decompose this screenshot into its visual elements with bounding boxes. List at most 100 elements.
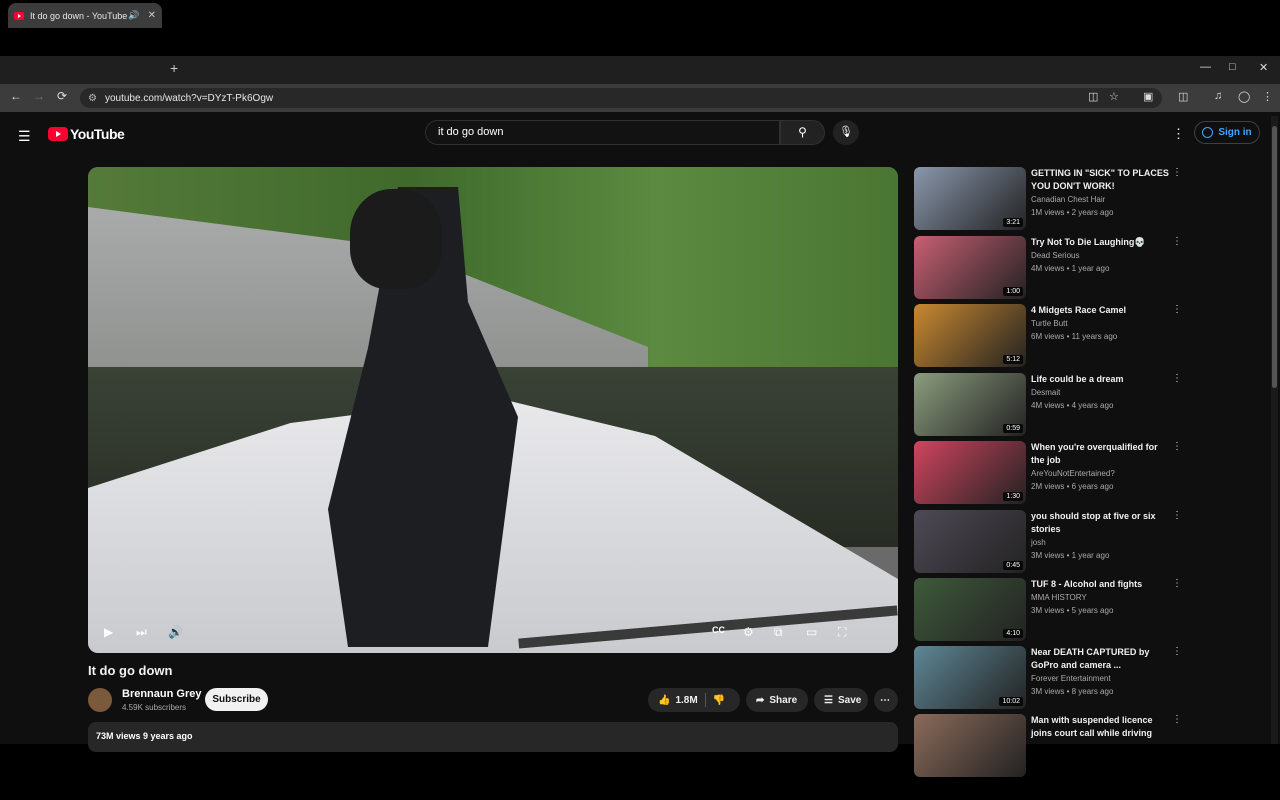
recommendation-thumbnail[interactable]: 1:00 xyxy=(914,236,1026,299)
recommendation-channel[interactable]: MMA HISTORY xyxy=(1031,593,1087,602)
back-button[interactable]: ← xyxy=(10,89,22,103)
tab-close-icon[interactable]: ✕ xyxy=(148,10,156,21)
recommendation-menu-icon[interactable]: ⋮ xyxy=(1172,510,1182,521)
recommendation-title[interactable]: When you're overqualified for the job xyxy=(1031,441,1171,467)
recommendation-menu-icon[interactable]: ⋮ xyxy=(1172,578,1182,589)
search-icon: ⚲ xyxy=(798,125,807,139)
recommendation-menu-icon[interactable]: ⋮ xyxy=(1172,714,1182,725)
recommendation-title[interactable]: Try Not To Die Laughing💀 xyxy=(1031,236,1171,249)
fullscreen-icon[interactable]: ⛶ xyxy=(838,625,846,640)
recommendation-card[interactable]: 5:12 4 Midgets Race Camel Turtle Butt 6M vi… xyxy=(914,304,1184,368)
youtube-favicon-icon xyxy=(14,11,24,20)
recommendation-channel[interactable]: josh xyxy=(1031,538,1046,547)
search-input[interactable]: it do go down xyxy=(425,120,780,145)
channel-name[interactable]: Brennaun Grey xyxy=(122,688,201,700)
scrollbar-thumb[interactable] xyxy=(1272,126,1277,388)
dislike-icon[interactable]: 👎 xyxy=(713,695,725,706)
extensions-icon[interactable]: ▣ xyxy=(1143,90,1153,103)
chrome-menu-icon[interactable]: ⋮ xyxy=(1262,90,1273,103)
captions-button[interactable]: CC xyxy=(712,625,725,635)
profile-icon[interactable]: ◯ xyxy=(1238,90,1250,103)
recommendation-menu-icon[interactable]: ⋮ xyxy=(1172,167,1182,178)
recommendation-thumbnail[interactable]: 3:21 xyxy=(914,167,1026,230)
reload-button[interactable]: ⟳ xyxy=(57,89,67,103)
sign-in-button[interactable]: Sign in xyxy=(1194,121,1260,144)
recommendation-meta: 3M views • 1 year ago xyxy=(1031,551,1110,560)
like-count[interactable]: 1.8M xyxy=(675,695,697,706)
cast-icon[interactable]: ◫ xyxy=(1178,90,1188,103)
recommendation-menu-icon[interactable]: ⋮ xyxy=(1172,236,1182,247)
recommendation-meta: 6M views • 11 years ago xyxy=(1031,332,1118,341)
more-actions-button[interactable]: ⋯ xyxy=(874,688,898,712)
share-button[interactable]: ➦ Share xyxy=(746,688,808,712)
recommendation-thumbnail[interactable]: 10:02 xyxy=(914,646,1026,709)
install-app-icon[interactable]: ◫ xyxy=(1088,90,1098,103)
search-button[interactable]: ⚲ xyxy=(780,120,825,145)
recommendation-title[interactable]: you should stop at five or six stories xyxy=(1031,510,1171,536)
minimize-button[interactable]: — xyxy=(1200,61,1211,73)
media-control-icon[interactable]: ♫ xyxy=(1214,90,1222,102)
channel-avatar[interactable] xyxy=(88,688,112,712)
save-button[interactable]: ☰ Save xyxy=(814,688,868,712)
settings-icon[interactable]: ⚙ xyxy=(743,625,754,639)
recommendation-menu-icon[interactable]: ⋮ xyxy=(1172,646,1182,657)
duration-badge: 5:12 xyxy=(1003,355,1023,364)
recommendation-channel[interactable]: Desmait xyxy=(1031,388,1060,397)
share-icon: ➦ xyxy=(756,694,765,706)
recommendation-title[interactable]: 4 Midgets Race Camel xyxy=(1031,304,1171,317)
recommendation-thumbnail[interactable]: 0:45 xyxy=(914,510,1026,573)
recommendation-card[interactable]: 4:10 TUF 8 - Alcohol and fights MMA HISTOR… xyxy=(914,578,1184,642)
recommendation-title[interactable]: Man with suspended licence joins court c… xyxy=(1031,714,1171,740)
recommendation-thumbnail[interactable]: 1:30 xyxy=(914,441,1026,504)
recommendation-title[interactable]: Near DEATH CAPTURED by GoPro and camera … xyxy=(1031,646,1171,672)
voice-search-button[interactable]: 🎙 xyxy=(833,120,859,145)
recommendation-title[interactable]: TUF 8 - Alcohol and fights xyxy=(1031,578,1171,591)
description-box[interactable]: 73M views 9 years ago xyxy=(88,722,898,752)
recommendation-card[interactable]: 0:45 you should stop at five or six stori… xyxy=(914,510,1184,574)
recommendation-card[interactable]: 10:02 Near DEATH CAPTURED by GoPro and ca… xyxy=(914,646,1184,710)
guide-menu-icon[interactable]: ☰ xyxy=(18,128,31,145)
miniplayer-icon[interactable]: ⧉ xyxy=(774,625,783,640)
recommendation-channel[interactable]: Forever Entertainment xyxy=(1031,674,1111,683)
recommendation-card[interactable]: 3:21 GETTING IN "SICK" TO PLACES YOU DON'… xyxy=(914,167,1184,231)
volume-icon[interactable]: 🔊 xyxy=(168,625,183,639)
recommendation-menu-icon[interactable]: ⋮ xyxy=(1172,441,1182,452)
play-icon[interactable]: ▶ xyxy=(104,625,113,639)
recommendation-title[interactable]: GETTING IN "SICK" TO PLACES YOU DON'T WO… xyxy=(1031,167,1171,193)
address-bar[interactable]: ⚙ youtube.com/watch?v=DYzT-Pk6Ogw xyxy=(80,88,1162,108)
recommendation-meta: 4M views • 4 years ago xyxy=(1031,401,1114,410)
recommendation-card[interactable]: 1:30 When you're overqualified for the jo… xyxy=(914,441,1184,505)
maximize-button[interactable]: □ xyxy=(1229,61,1236,73)
recommendation-thumbnail[interactable]: 0:59 xyxy=(914,373,1026,436)
recommendation-channel[interactable]: Dead Serious xyxy=(1031,251,1079,260)
theater-icon[interactable]: ▭ xyxy=(806,625,817,639)
recommendation-card[interactable]: 0:59 Life could be a dream Desmait 4M views… xyxy=(914,373,1184,437)
like-icon[interactable]: 👍 xyxy=(658,695,670,706)
recommendation-thumbnail[interactable]: 5:12 xyxy=(914,304,1026,367)
recommendation-meta: 3M views • 8 years ago xyxy=(1031,687,1114,696)
recommendation-thumbnail[interactable] xyxy=(914,714,1026,777)
site-info-icon[interactable]: ⚙ xyxy=(88,93,97,104)
recommendation-card[interactable]: Man with suspended licence joins court c… xyxy=(914,714,1184,778)
recommendation-card[interactable]: 1:00 Try Not To Die Laughing💀 Dead Serious… xyxy=(914,236,1184,300)
youtube-logo[interactable]: YouTube xyxy=(48,126,125,142)
tab-youtube[interactable]: It do go down - YouTube 🔊 ✕ xyxy=(8,3,162,28)
new-tab-button[interactable]: + xyxy=(170,60,178,76)
settings-menu-icon[interactable]: ⋮ xyxy=(1172,126,1185,142)
recommendation-menu-icon[interactable]: ⋮ xyxy=(1172,304,1182,315)
forward-button[interactable]: → xyxy=(33,89,45,103)
recommendation-menu-icon[interactable]: ⋮ xyxy=(1172,373,1182,384)
video-player[interactable]: ▶ ⏭ 🔊 CC ⚙ ⧉ ▭ ⛶ xyxy=(88,167,898,653)
recommendation-title[interactable]: Life could be a dream xyxy=(1031,373,1171,386)
recommendation-channel[interactable]: Turtle Butt xyxy=(1031,319,1068,328)
recommendation-thumbnail[interactable]: 4:10 xyxy=(914,578,1026,641)
page-scrollbar[interactable] xyxy=(1271,116,1278,744)
next-icon[interactable]: ⏭ xyxy=(136,625,147,640)
recommendation-channel[interactable]: AreYouNotEntertained? xyxy=(1031,469,1115,478)
recommendation-channel[interactable]: Canadian Chest Hair xyxy=(1031,195,1105,204)
tab-title: It do go down - YouTube xyxy=(30,10,128,21)
subscribe-button[interactable]: Subscribe xyxy=(205,688,268,711)
window-close-button[interactable]: ✕ xyxy=(1259,61,1268,74)
bookmark-star-icon[interactable]: ☆ xyxy=(1109,90,1119,103)
tab-audio-icon[interactable]: 🔊 xyxy=(128,10,139,21)
